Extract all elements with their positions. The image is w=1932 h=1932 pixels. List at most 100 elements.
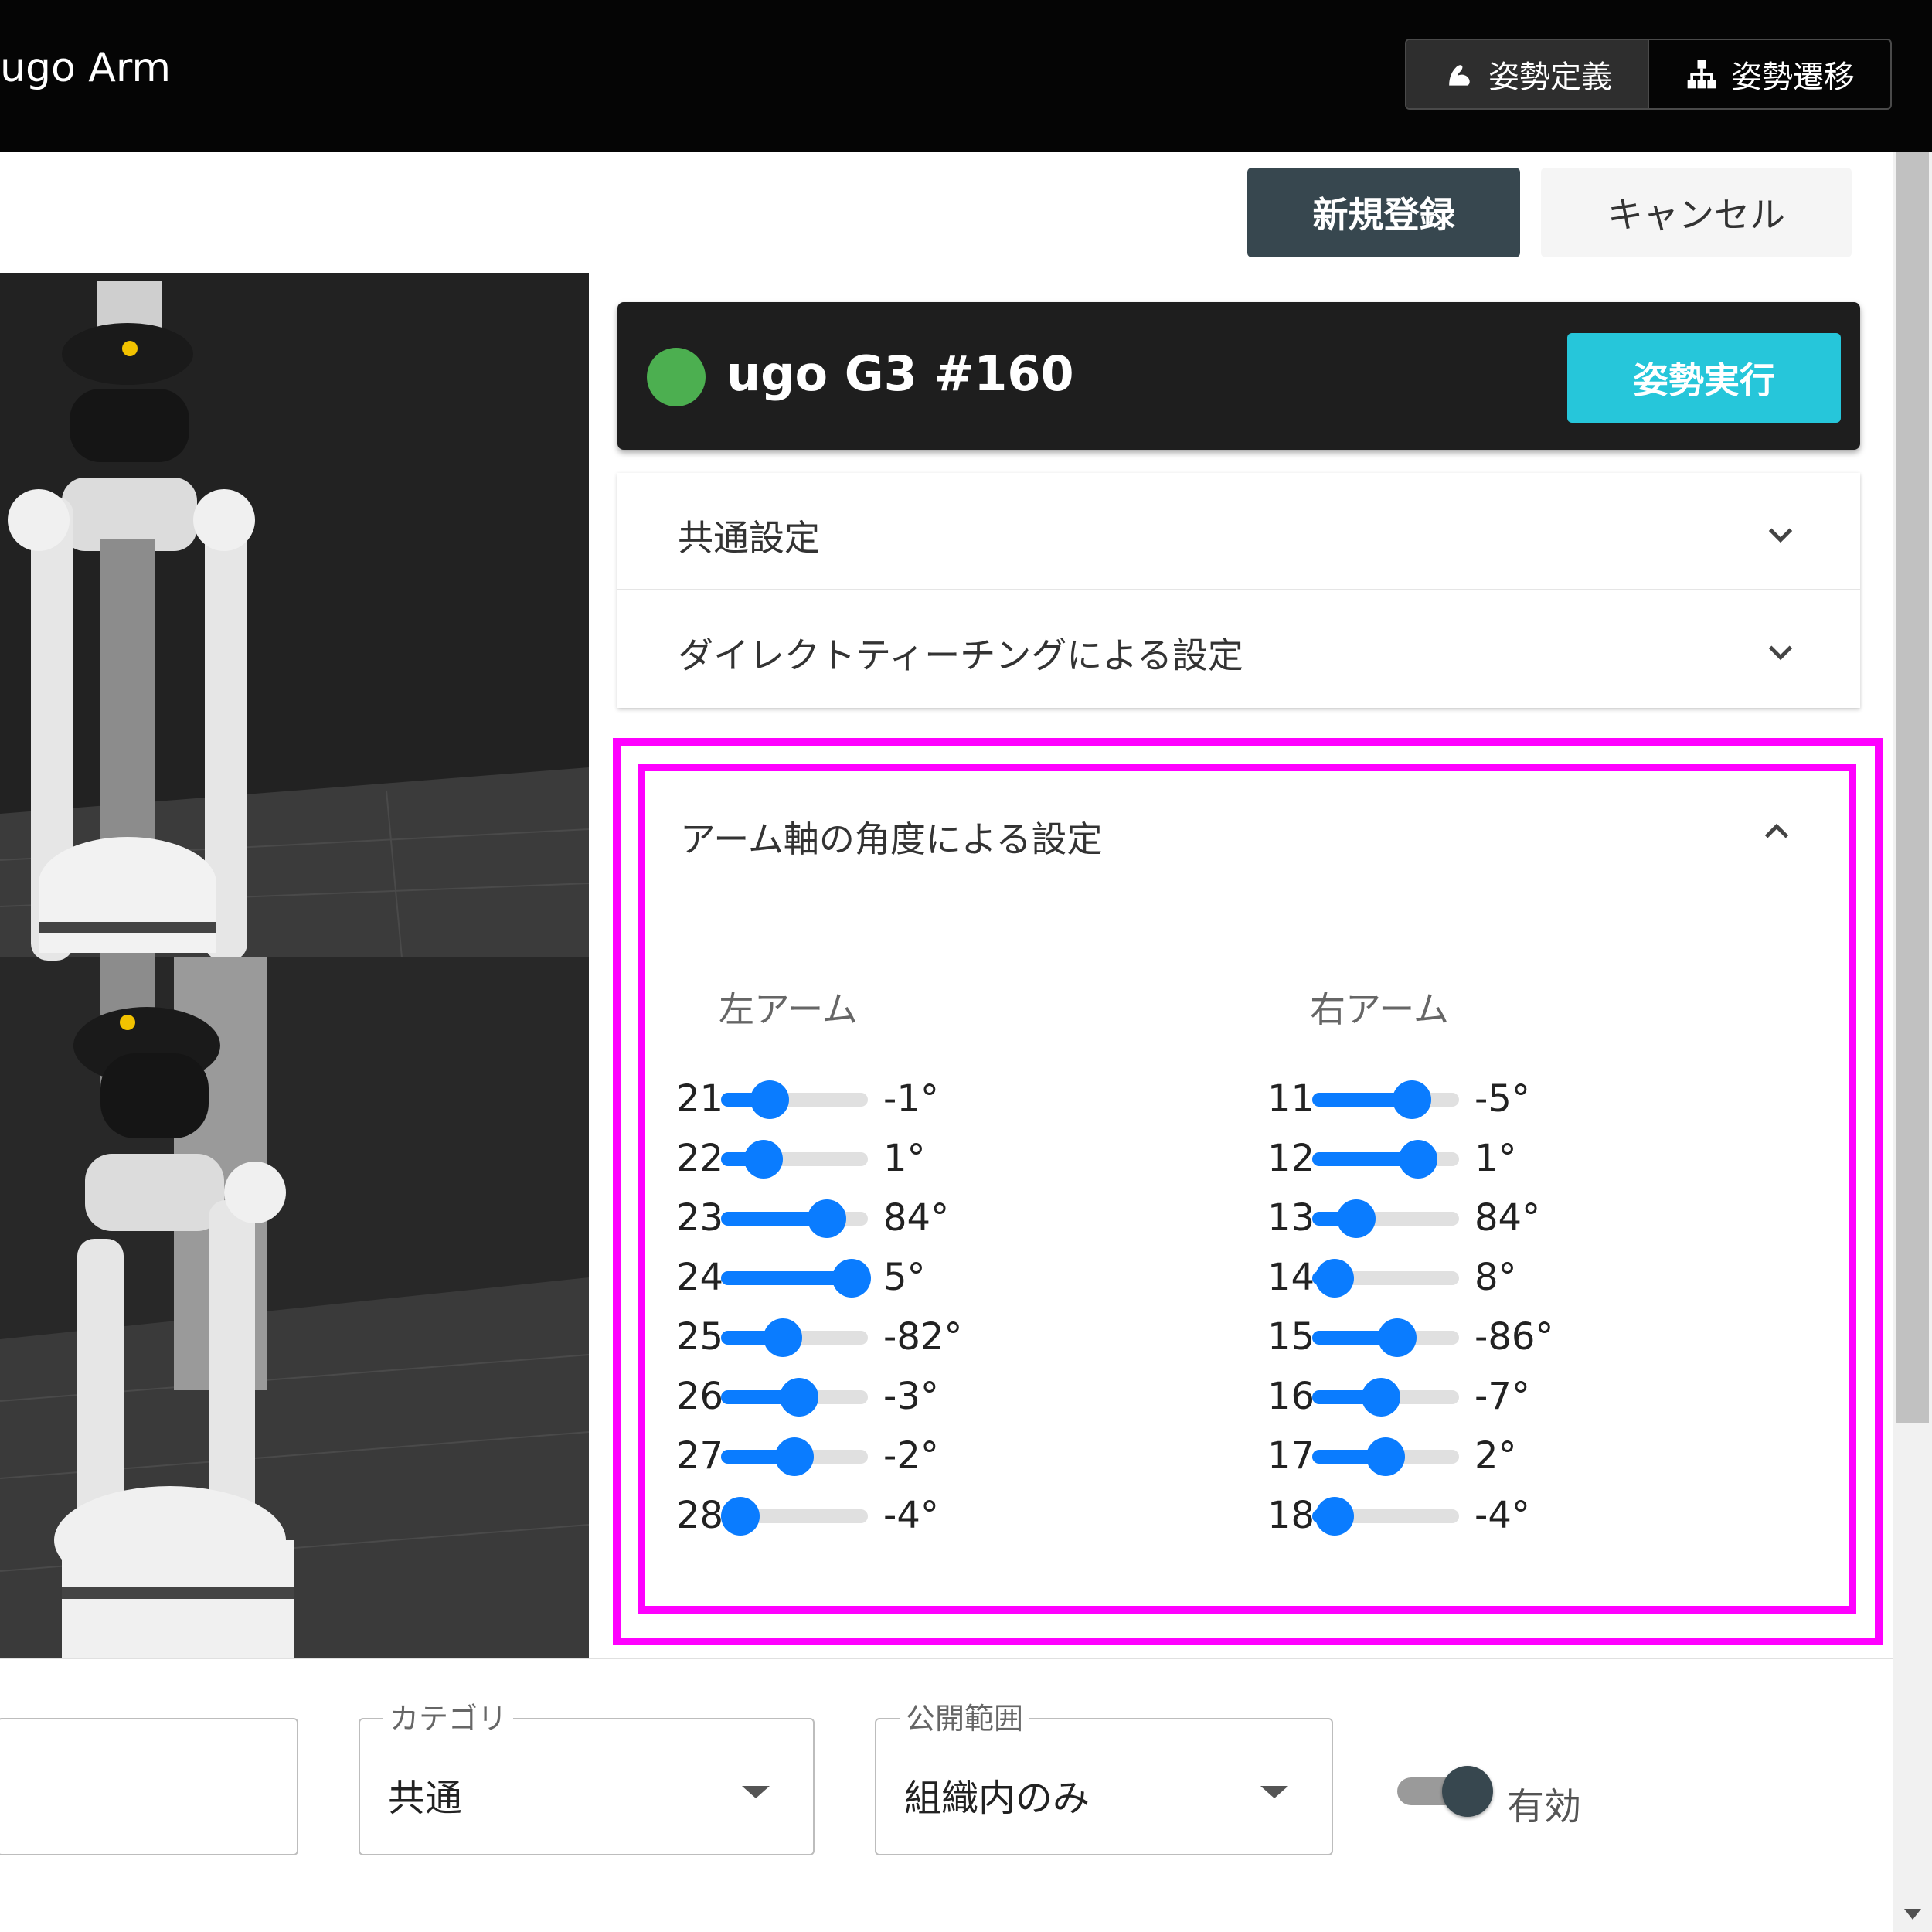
- slider-thumb[interactable]: [1366, 1437, 1405, 1476]
- cancel-button[interactable]: キャンセル: [1541, 168, 1852, 257]
- robot-name: ugo G3 #160: [726, 345, 1074, 402]
- tab-posture-transition[interactable]: 姿勢遷移: [1648, 40, 1890, 108]
- joint-row: 14 8°: [1267, 1259, 1700, 1318]
- slider-thumb[interactable]: [1315, 1259, 1354, 1298]
- joint-id: 15: [1267, 1315, 1315, 1359]
- slider-thumb[interactable]: [808, 1199, 846, 1238]
- arm-panel-title[interactable]: アーム軸の角度による設定: [680, 811, 1102, 862]
- joint-angle-value: 1°: [1475, 1137, 1517, 1180]
- settings-accordion: 共通設定 ダイレクトティーチングによる設定: [617, 473, 1860, 708]
- accordion-direct-teaching[interactable]: ダイレクトティーチングによる設定: [617, 590, 1860, 708]
- slider-thumb[interactable]: [750, 1080, 789, 1119]
- joint-angle-slider[interactable]: [1312, 1497, 1459, 1536]
- joint-angle-value: -82°: [883, 1315, 963, 1359]
- joint-angle-slider[interactable]: [721, 1199, 868, 1238]
- chevron-up-icon[interactable]: [1759, 815, 1794, 850]
- joint-angle-slider[interactable]: [721, 1318, 868, 1357]
- arm-icon: [1449, 65, 1470, 86]
- joint-angle-slider[interactable]: [1312, 1140, 1459, 1179]
- joint-row: 18 -4°: [1267, 1497, 1700, 1556]
- accordion-label: 共通設定: [678, 517, 820, 559]
- joint-angle-slider[interactable]: [1312, 1259, 1459, 1298]
- joint-row: 22 1°: [676, 1140, 1109, 1199]
- joint-angle-slider[interactable]: [1312, 1378, 1459, 1417]
- slider-thumb[interactable]: [1393, 1080, 1431, 1119]
- joint-row: 23 84°: [676, 1199, 1109, 1259]
- slider-thumb[interactable]: [1315, 1497, 1354, 1536]
- online-status-indicator: [647, 348, 706, 406]
- joint-angle-slider[interactable]: [721, 1497, 868, 1536]
- joint-row: 12 1°: [1267, 1140, 1700, 1199]
- joint-row: 11 -5°: [1267, 1080, 1700, 1140]
- tab-posture-definition[interactable]: 姿勢定義: [1406, 40, 1648, 108]
- joint-angle-slider[interactable]: [1312, 1318, 1459, 1357]
- slider-thumb[interactable]: [1337, 1199, 1376, 1238]
- execute-posture-button[interactable]: 姿勢実行: [1567, 333, 1841, 423]
- joint-angle-slider[interactable]: [721, 1140, 868, 1179]
- robot-3d-viewer[interactable]: [0, 273, 589, 1658]
- joint-id: 23: [676, 1196, 724, 1240]
- field-legend: カテゴリ: [383, 1695, 514, 1737]
- joint-angle-slider[interactable]: [1312, 1080, 1459, 1119]
- tab-label: 姿勢遷移: [1731, 60, 1855, 95]
- joint-angle-slider[interactable]: [721, 1259, 871, 1298]
- joint-angle-value: -1°: [883, 1077, 939, 1121]
- joint-angle-value: 84°: [1475, 1196, 1541, 1240]
- slider-thumb[interactable]: [721, 1497, 760, 1536]
- slider-thumb[interactable]: [1362, 1378, 1400, 1417]
- scrollbar-thumb[interactable]: [1896, 152, 1929, 1423]
- joint-id: 24: [676, 1256, 724, 1299]
- joint-angle-value: -4°: [1475, 1494, 1530, 1537]
- joint-angle-value: -3°: [883, 1375, 939, 1418]
- joint-id: 22: [676, 1137, 724, 1180]
- slider-thumb[interactable]: [1399, 1140, 1437, 1179]
- joint-id: 27: [676, 1434, 724, 1478]
- toggle-thumb: [1442, 1766, 1493, 1817]
- joint-angle-value: -7°: [1475, 1375, 1530, 1418]
- joint-angle-slider[interactable]: [721, 1437, 868, 1476]
- accordion-label: ダイレクトティーチングによる設定: [678, 634, 1243, 676]
- page-scrollbar[interactable]: [1893, 152, 1932, 1932]
- joint-angle-slider[interactable]: [721, 1378, 868, 1417]
- app-title: ugo Arm: [0, 45, 171, 91]
- joint-id: 13: [1267, 1196, 1315, 1240]
- enabled-toggle[interactable]: [1397, 1766, 1493, 1817]
- joint-angle-slider[interactable]: [1312, 1437, 1459, 1476]
- joint-angle-value: -4°: [883, 1494, 939, 1537]
- slider-thumb[interactable]: [775, 1437, 814, 1476]
- category-select[interactable]: カテゴリ 共通: [359, 1695, 815, 1855]
- joint-row: 15 -86°: [1267, 1318, 1700, 1378]
- visibility-select[interactable]: 公開範囲 組織内のみ: [875, 1695, 1333, 1855]
- joint-id: 17: [1267, 1434, 1315, 1478]
- field-legend: 公開範囲: [900, 1695, 1030, 1737]
- joint-angle-value: 8°: [1475, 1256, 1517, 1299]
- joint-id: 11: [1267, 1077, 1315, 1121]
- view-switcher: 姿勢定義 姿勢遷移: [1405, 39, 1892, 110]
- robot-header: ugo G3 #160 姿勢実行: [617, 302, 1860, 450]
- joint-angle-slider[interactable]: [721, 1080, 868, 1119]
- chevron-down-icon: [1768, 528, 1793, 543]
- slider-thumb[interactable]: [832, 1259, 871, 1298]
- joint-row: 24 5°: [676, 1259, 1109, 1318]
- posture-name-field[interactable]: [0, 1718, 298, 1855]
- joint-id: 21: [676, 1077, 724, 1121]
- register-button[interactable]: 新規登録: [1247, 168, 1520, 257]
- joint-angle-value: 2°: [1475, 1434, 1517, 1478]
- dropdown-caret-icon: [1260, 1786, 1288, 1798]
- slider-thumb[interactable]: [744, 1140, 783, 1179]
- joint-id: 18: [1267, 1494, 1315, 1537]
- joint-angle-slider[interactable]: [1312, 1199, 1459, 1238]
- joint-row: 13 84°: [1267, 1199, 1700, 1259]
- joint-id: 14: [1267, 1256, 1315, 1299]
- tab-label: 姿勢定義: [1488, 60, 1612, 95]
- accordion-common-settings[interactable]: 共通設定: [617, 473, 1860, 590]
- robot-model-render: [0, 273, 589, 1658]
- joint-id: 26: [676, 1375, 724, 1418]
- slider-thumb[interactable]: [1378, 1318, 1417, 1357]
- slider-thumb[interactable]: [764, 1318, 802, 1357]
- scroll-down-arrow-icon[interactable]: [1904, 1909, 1921, 1920]
- joint-row: 27 -2°: [676, 1437, 1109, 1497]
- app-bar: ugo Arm 姿勢定義 姿勢遷移: [0, 0, 1932, 152]
- slider-thumb[interactable]: [780, 1378, 818, 1417]
- right-arm-joints: 11 -5° 12 1° 13 84° 14 8° 15 -86° 16 -7° 17 2° 18 -4°: [1267, 1080, 1700, 1556]
